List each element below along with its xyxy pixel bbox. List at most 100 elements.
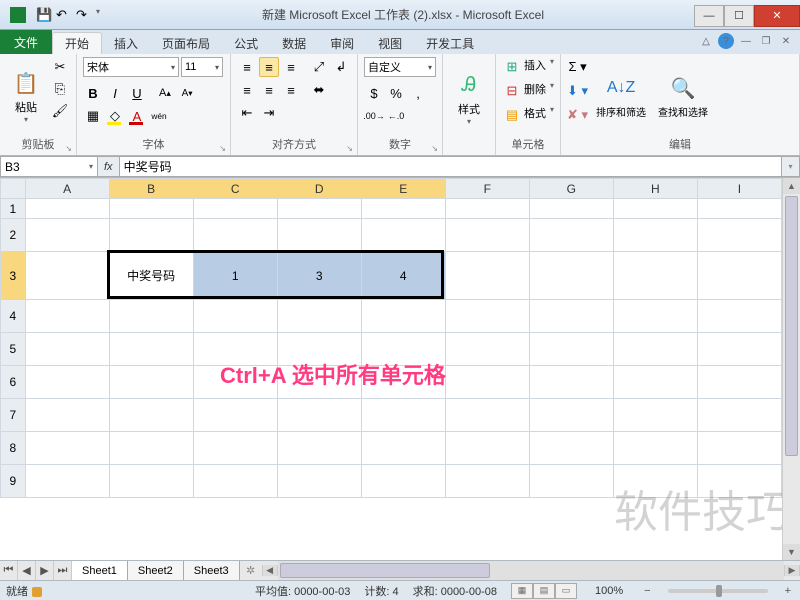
cell[interactable] <box>697 199 781 219</box>
scroll-right-icon[interactable]: ▶ <box>784 565 800 576</box>
sheet-tab[interactable]: Sheet2 <box>128 561 184 580</box>
qat-dropdown-icon[interactable]: ▾ <box>96 7 112 23</box>
horizontal-scrollbar[interactable]: ◀ ▶ <box>262 561 800 580</box>
cell[interactable] <box>109 366 193 399</box>
cell[interactable] <box>193 300 277 333</box>
cell[interactable] <box>613 219 697 252</box>
cell[interactable] <box>445 432 529 465</box>
row-header[interactable]: 6 <box>1 366 26 399</box>
cell[interactable] <box>193 465 277 498</box>
percent-icon[interactable]: % <box>386 83 406 103</box>
clear-icon[interactable]: ✘ ▾ <box>567 105 588 125</box>
cut-icon[interactable]: ✂ <box>50 57 70 77</box>
cell[interactable] <box>445 333 529 366</box>
cell[interactable] <box>277 219 361 252</box>
font-size-select[interactable]: 11▾ <box>181 57 223 77</box>
cell[interactable] <box>193 432 277 465</box>
currency-icon[interactable]: $ <box>364 83 384 103</box>
cell[interactable] <box>697 300 781 333</box>
zoom-in-button[interactable]: + <box>782 585 794 597</box>
cell[interactable] <box>361 366 445 399</box>
cell[interactable] <box>613 366 697 399</box>
fx-icon[interactable]: fx <box>104 161 113 173</box>
cell[interactable] <box>193 366 277 399</box>
cell[interactable] <box>529 432 613 465</box>
launcher-icon[interactable]: ↘ <box>219 144 226 153</box>
cell[interactable] <box>25 252 109 300</box>
row-header[interactable]: 4 <box>1 300 26 333</box>
tab-formula[interactable]: 公式 <box>222 32 270 54</box>
tab-home[interactable]: 开始 <box>52 32 102 54</box>
cell[interactable] <box>697 219 781 252</box>
autosum-icon[interactable]: Σ ▾ <box>567 57 588 77</box>
row-header[interactable]: 7 <box>1 399 26 432</box>
row-header[interactable]: 3 <box>1 252 26 300</box>
paste-button[interactable]: 📋 粘贴 ▾ <box>6 57 46 134</box>
column-header[interactable]: C <box>193 179 277 199</box>
zoom-percent[interactable]: 100% <box>595 585 623 597</box>
doc-minimize-icon[interactable]: — <box>738 33 754 49</box>
cell[interactable] <box>529 399 613 432</box>
cell[interactable] <box>445 399 529 432</box>
cell[interactable] <box>697 333 781 366</box>
align-top-icon[interactable]: ≡ <box>237 57 257 77</box>
sort-filter-button[interactable]: A↓Z 排序和筛选 <box>592 57 650 134</box>
cell[interactable] <box>697 252 781 300</box>
cell[interactable] <box>25 219 109 252</box>
cell[interactable] <box>277 199 361 219</box>
align-right-icon[interactable]: ≡ <box>281 80 301 100</box>
cell[interactable] <box>25 300 109 333</box>
cell[interactable] <box>361 219 445 252</box>
cell[interactable] <box>613 432 697 465</box>
cell[interactable] <box>277 399 361 432</box>
find-select-button[interactable]: 🔍 查找和选择 <box>654 57 712 134</box>
cell[interactable] <box>529 300 613 333</box>
cell[interactable] <box>697 399 781 432</box>
cell[interactable] <box>109 300 193 333</box>
ribbon-minimize-icon[interactable]: △ <box>698 33 714 49</box>
tab-view[interactable]: 视图 <box>366 32 414 54</box>
cell[interactable] <box>445 252 529 300</box>
cell[interactable] <box>25 465 109 498</box>
increase-indent-icon[interactable]: ⇥ <box>259 103 279 123</box>
vertical-scrollbar[interactable]: ▲ ▼ <box>782 178 800 560</box>
cell[interactable]: 1 <box>193 252 277 300</box>
view-normal-icon[interactable]: ▦ <box>511 583 533 599</box>
cell[interactable] <box>445 219 529 252</box>
name-box[interactable]: B3▾ <box>0 156 98 177</box>
tab-nav-first-icon[interactable]: ⏮ <box>0 561 18 580</box>
cell[interactable] <box>529 366 613 399</box>
underline-button[interactable]: U <box>127 83 147 103</box>
row-header[interactable]: 1 <box>1 199 26 219</box>
column-header[interactable]: E <box>361 179 445 199</box>
font-color-icon[interactable]: A <box>127 106 147 126</box>
macro-record-icon[interactable] <box>32 587 42 597</box>
cell[interactable] <box>529 219 613 252</box>
cell[interactable] <box>361 199 445 219</box>
maximize-button[interactable]: ☐ <box>724 5 754 27</box>
cell[interactable] <box>277 366 361 399</box>
cell[interactable] <box>109 432 193 465</box>
cell[interactable] <box>25 399 109 432</box>
scroll-thumb[interactable] <box>785 196 798 456</box>
column-header[interactable]: H <box>613 179 697 199</box>
cell[interactable] <box>613 199 697 219</box>
tab-review[interactable]: 审阅 <box>318 32 366 54</box>
minimize-button[interactable]: — <box>694 5 724 27</box>
cell[interactable] <box>361 399 445 432</box>
comma-icon[interactable]: , <box>408 83 428 103</box>
align-center-icon[interactable]: ≡ <box>259 80 279 100</box>
cell[interactable] <box>109 333 193 366</box>
launcher-icon[interactable]: ↘ <box>65 144 72 153</box>
cell[interactable] <box>445 300 529 333</box>
tab-nav-prev-icon[interactable]: ◀ <box>18 561 36 580</box>
cell[interactable] <box>109 219 193 252</box>
cell[interactable] <box>613 399 697 432</box>
tab-insert[interactable]: 插入 <box>102 32 150 54</box>
phonetic-icon[interactable]: wén <box>149 106 169 126</box>
row-header[interactable]: 8 <box>1 432 26 465</box>
launcher-icon[interactable]: ↘ <box>431 144 438 153</box>
fill-icon[interactable]: ⬇ ▾ <box>567 81 588 101</box>
align-left-icon[interactable]: ≡ <box>237 80 257 100</box>
view-page-break-icon[interactable]: ▭ <box>555 583 577 599</box>
